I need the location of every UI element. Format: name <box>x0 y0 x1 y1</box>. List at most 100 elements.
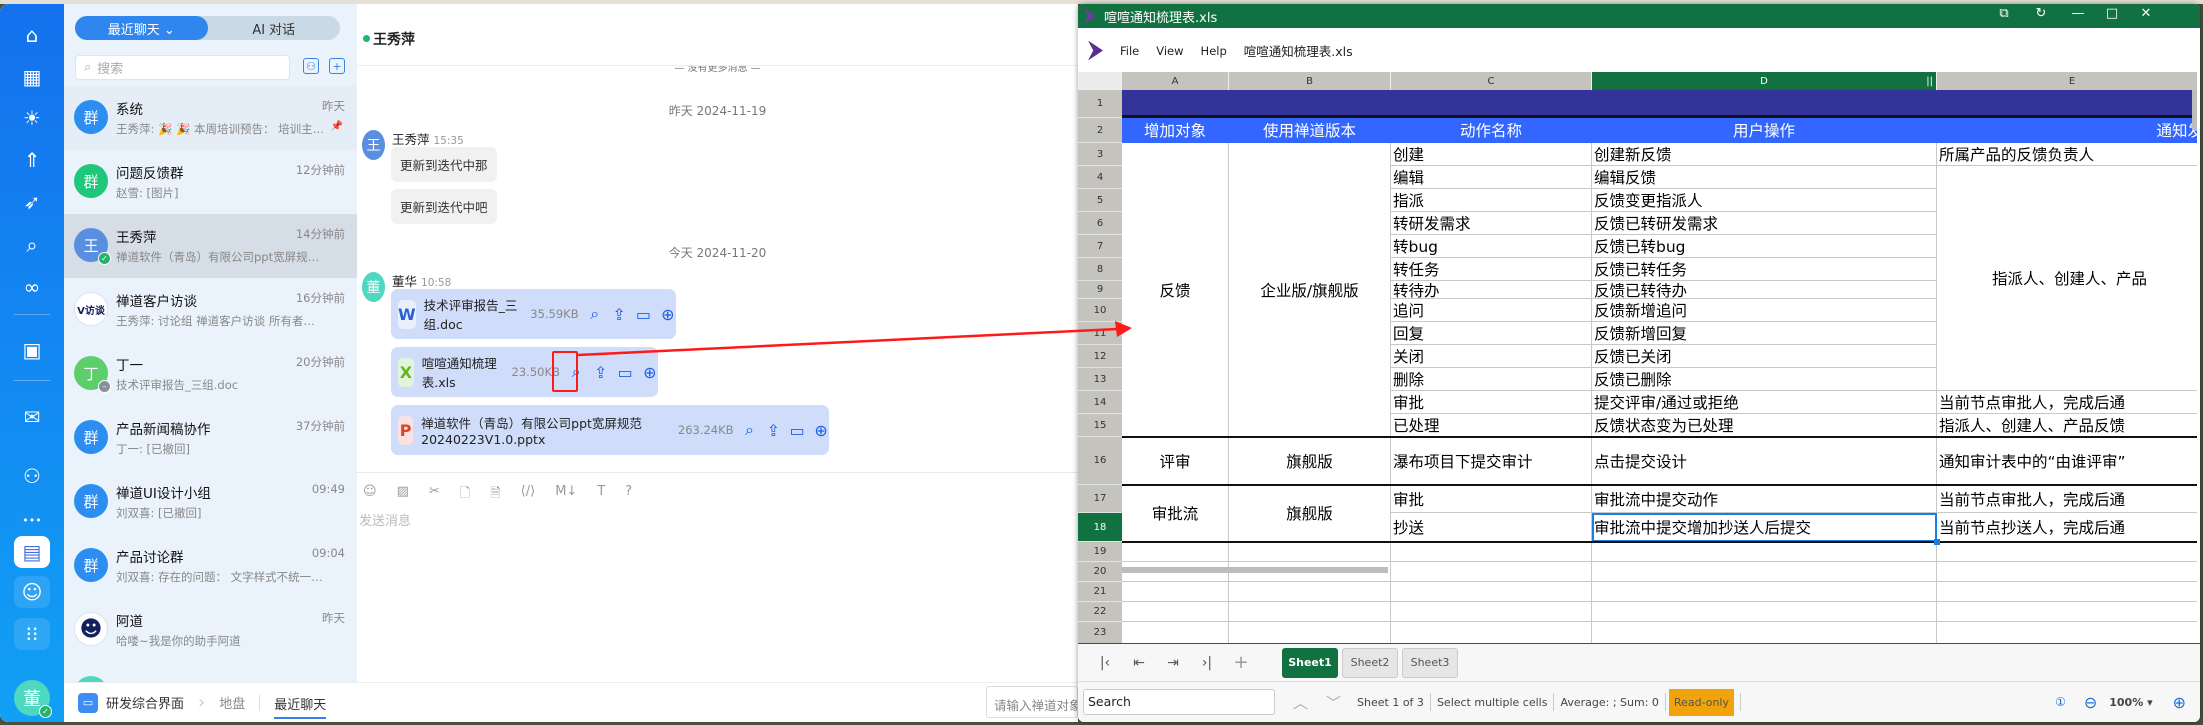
sender-avatar[interactable]: 董 <box>362 272 385 302</box>
sheet-cell[interactable]: 反馈变更指派人 <box>1592 189 1937 212</box>
breadcrumb-item-dashboard[interactable]: 地盘 <box>219 693 245 712</box>
my-avatar[interactable]: 董 ✓ <box>14 680 52 718</box>
inbox-icon[interactable]: ✉ <box>14 401 50 433</box>
download-icon[interactable]: ⊕ <box>660 305 676 324</box>
breadcrumb-item-recent-chats[interactable]: 最近聊天 <box>274 686 327 719</box>
chat-list-item[interactable]: 群 禅道UI设计小组 09:49 刘双喜: [已撤回] <box>64 470 357 534</box>
column-header-D[interactable]: D || <box>1592 72 1937 90</box>
row-header-13[interactable]: 13 <box>1078 368 1122 391</box>
sheet-cell[interactable]: 反馈已转任务 <box>1592 258 1937 281</box>
chat-list-item[interactable]: 群 问题反馈群 12分钟前 赵雪: [图片] <box>64 150 357 214</box>
sheet-cell[interactable]: 当前节点审批人，完成后通 <box>1937 391 2197 414</box>
corner-cell[interactable] <box>1078 72 1122 90</box>
chat-list-item[interactable]: V访谈 禅道客户访谈 16分钟前 王秀萍: 讨论组 禅道客户访谈 所有者更… <box>64 278 357 342</box>
zoom-in-icon[interactable]: ⊕ <box>2173 693 2186 712</box>
sheet-cell[interactable]: 评审 <box>1122 437 1229 485</box>
home-icon[interactable]: ⌂ <box>14 19 50 51</box>
apps-icon[interactable]: ▦ <box>14 61 50 93</box>
open-external-icon[interactable]: ⧉ <box>1994 6 2014 21</box>
folder-icon[interactable]: ▭ <box>635 305 651 324</box>
row-header-12[interactable]: 12 <box>1078 345 1122 368</box>
sheet-cell[interactable]: 反馈已转待办 <box>1592 281 1937 299</box>
sheet-cell[interactable]: 编辑 <box>1391 166 1592 189</box>
chat-list-item[interactable]: 群 产品新闻稿协作 37分钟前 丁一: [已撤回] <box>64 406 357 470</box>
sheet-cell[interactable]: 增加对象 <box>1122 118 1229 143</box>
sheet-cell[interactable]: 反馈已删除 <box>1592 368 1937 391</box>
sheet-cell[interactable]: 反馈新增回复 <box>1592 322 1937 345</box>
chat-list-item[interactable]: ☻ 阿道 昨天 哈喽~我是你的助手阿道 <box>64 598 357 662</box>
sheet-cell[interactable]: 创建新反馈 <box>1592 143 1937 166</box>
resize-handle-icon[interactable]: || <box>1926 76 1933 87</box>
sheet-cell[interactable]: 已处理 <box>1391 414 1592 437</box>
sender-avatar[interactable]: 王 <box>362 130 385 160</box>
sheet-cell[interactable] <box>1592 602 1937 622</box>
row-header-10[interactable]: 10 <box>1078 299 1122 322</box>
user-icon[interactable]: ☺ <box>14 576 50 608</box>
text-format-icon[interactable]: T <box>597 484 605 506</box>
sheet-cell[interactable]: 用户操作 <box>1592 118 1937 143</box>
search-prev-icon[interactable]: ︿ <box>1293 692 1308 713</box>
sheet-cell[interactable]: 删除 <box>1391 368 1592 391</box>
minimize-icon[interactable]: — <box>2068 6 2088 21</box>
row-header-8[interactable]: 8 <box>1078 258 1122 281</box>
open-icon[interactable]: ⇪ <box>611 305 627 324</box>
sheet-cell[interactable]: 审批流中提交动作 <box>1592 485 1937 513</box>
sheet-cell[interactable]: 旗舰版 <box>1229 437 1391 485</box>
sheet-cell[interactable]: 当前节点抄送人，完成后通 <box>1937 513 2197 542</box>
emoji-icon[interactable]: ☺ <box>363 484 377 506</box>
maximize-icon[interactable]: □ <box>2102 6 2122 21</box>
sheet-cell[interactable] <box>1391 602 1592 622</box>
row-header-20[interactable]: 20 <box>1078 562 1122 582</box>
sheet-cell[interactable] <box>1391 582 1592 602</box>
infinity-icon[interactable]: ∞ <box>14 271 50 303</box>
close-icon[interactable]: ✕ <box>2136 6 2156 21</box>
refresh-icon[interactable]: ↻ <box>2031 6 2051 21</box>
row-header-14[interactable]: 14 <box>1078 391 1122 414</box>
sheet-cell[interactable]: 指派人、创建人、产品反馈 <box>1937 414 2197 437</box>
message-bubble[interactable]: 更新到迭代中吧 <box>391 189 497 224</box>
sheet-tab-3[interactable]: Sheet3 <box>1402 647 1458 678</box>
tab-ai-chat[interactable]: AI 对话 <box>208 16 341 40</box>
first-sheet-icon[interactable]: |‹ <box>1090 655 1120 671</box>
tab-recent-chats[interactable]: 最近聊天 ⌄ <box>75 16 208 40</box>
sheet-cell[interactable]: 关闭 <box>1391 345 1592 368</box>
chat-list-item[interactable]: 群 系统 昨天 王秀萍: 🎉 🎉 本周培训预告： 培训主… 📌 <box>64 86 357 150</box>
menu-help[interactable]: Help <box>1201 44 1227 58</box>
sheet-cell[interactable] <box>1229 602 1391 622</box>
sheet-cell[interactable]: 反馈已关闭 <box>1592 345 1937 368</box>
row-header-6[interactable]: 6 <box>1078 212 1122 235</box>
sheet-cell[interactable]: 审批 <box>1391 391 1592 414</box>
sheet-cell[interactable]: 追问 <box>1391 299 1592 322</box>
sheet-cell[interactable]: 审批流中提交增加抄送人后提交 <box>1592 513 1937 542</box>
file-card[interactable]: X 喧喧通知梳理表.xls 23.50KB ⌕ ⇪ ▭ ⊕ <box>391 347 658 397</box>
zoom-out-icon[interactable]: ⊖ <box>2084 693 2097 712</box>
download-icon[interactable]: ⊕ <box>642 363 659 382</box>
sheet-cell[interactable] <box>1592 622 1937 643</box>
code-icon[interactable]: ⟨/⟩ <box>521 484 536 506</box>
open-icon[interactable]: ⇪ <box>592 363 609 382</box>
screenshot-icon[interactable]: ✂ <box>429 484 440 506</box>
open-icon[interactable]: ⇪ <box>765 421 781 440</box>
sheet-cell[interactable]: 提交评审/通过或拒绝 <box>1592 391 1937 414</box>
prev-sheet-icon[interactable]: ⇤ <box>1124 655 1154 671</box>
sheet-cell[interactable] <box>1937 562 2197 582</box>
row-header-4[interactable]: 4 <box>1078 166 1122 189</box>
next-sheet-icon[interactable]: ⇥ <box>1158 655 1188 671</box>
sheet-cell[interactable] <box>1229 622 1391 643</box>
column-header-C[interactable]: C <box>1391 72 1592 90</box>
message-input[interactable]: 发送消息 <box>359 510 411 529</box>
sheet-cell[interactable] <box>1937 582 2197 602</box>
column-header-B[interactable]: B <box>1229 72 1391 90</box>
sheet-cell[interactable]: 指派 <box>1391 189 1592 212</box>
horizontal-scrollbar[interactable] <box>1122 567 1388 573</box>
sheet-cell[interactable]: 回复 <box>1391 322 1592 345</box>
sheet-cell[interactable]: 当前节点审批人，完成后通 <box>1937 485 2197 513</box>
chat-icon[interactable]: ▤ <box>14 536 50 568</box>
chat-list-item[interactable]: 丁 – 丁一 20分钟前 技术评审报告_三组.doc <box>64 342 357 406</box>
search-next-icon[interactable]: ﹀ <box>1326 692 1341 713</box>
sheet-cell[interactable] <box>1937 622 2197 643</box>
pin-icon[interactable]: 📌 <box>331 121 343 132</box>
menu-view[interactable]: View <box>1156 44 1183 58</box>
download-icon[interactable]: ⊕ <box>813 421 829 440</box>
row-header-22[interactable]: 22 <box>1078 602 1122 622</box>
